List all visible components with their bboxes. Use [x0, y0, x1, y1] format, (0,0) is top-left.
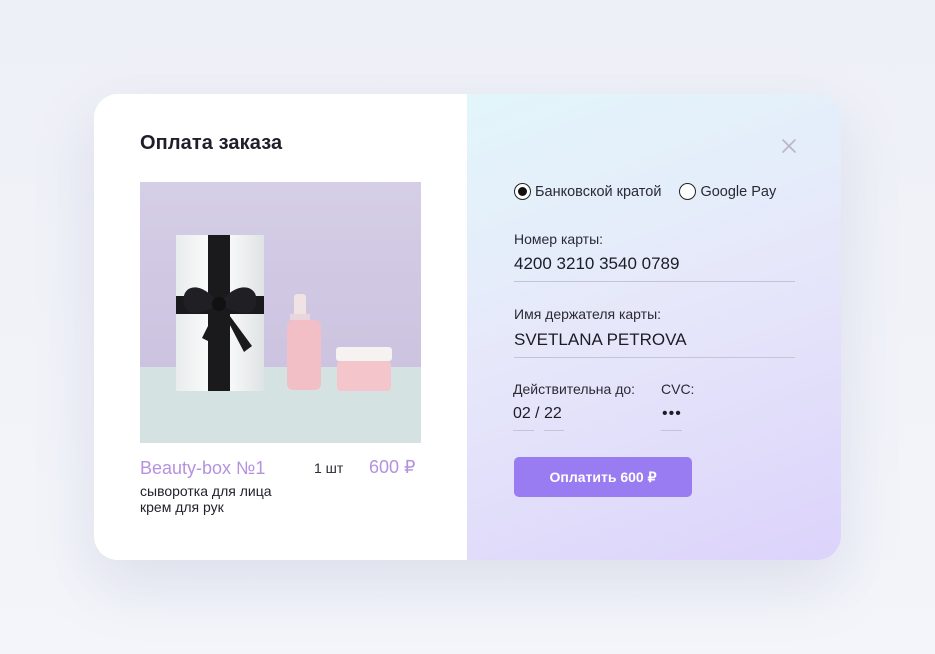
payment-method-group: Банковской кратой Google Pay — [514, 183, 794, 200]
expiry-separator: / — [535, 405, 540, 422]
modal-title: Оплата заказа — [140, 132, 283, 154]
product-contents: сыворотка для лица крем для рук — [140, 483, 272, 515]
payment-form-panel: Банковской кратой Google Pay Номер карты… — [467, 94, 841, 560]
payment-modal: Оплата заказа Beauty-box №1 1 шт 600 ₽ с… — [94, 94, 841, 560]
close-icon — [782, 139, 796, 153]
radio-label: Google Pay — [700, 183, 777, 200]
cardholder-input[interactable] — [514, 330, 795, 358]
expiry-label: Действительна до: — [513, 381, 636, 397]
order-summary-panel: Оплата заказа Beauty-box №1 1 шт 600 ₽ с… — [94, 94, 467, 560]
radio-checked-icon — [514, 183, 531, 200]
product-name: Beauty-box №1 — [140, 458, 266, 478]
cvc-underline — [661, 430, 682, 431]
product-price: 600 ₽ — [369, 457, 416, 477]
close-button[interactable] — [781, 138, 797, 154]
product-quantity: 1 шт — [314, 460, 344, 476]
pay-button[interactable]: Оплатить 600 ₽ — [514, 457, 692, 497]
radio-bank-card[interactable]: Банковской кратой — [514, 183, 661, 200]
expiry-month-input[interactable]: 02 — [513, 405, 531, 423]
radio-unchecked-icon — [679, 183, 697, 200]
card-number-label: Номер карты: — [514, 231, 604, 247]
radio-label: Банковской кратой — [535, 183, 662, 200]
expiry-year-input[interactable]: 22 — [544, 405, 562, 423]
expiry-month-underline — [513, 430, 534, 431]
cardholder-label: Имя держателя карты: — [514, 306, 662, 322]
product-item: сыворотка для лица — [140, 483, 272, 499]
card-number-input[interactable] — [514, 254, 795, 282]
product-image — [140, 182, 421, 443]
cvc-input[interactable]: ••• — [662, 405, 682, 423]
product-item: крем для рук — [140, 499, 224, 515]
cvc-label: CVC: — [661, 381, 695, 397]
radio-google-pay[interactable]: Google Pay — [679, 183, 776, 200]
expiry-year-underline — [544, 430, 564, 431]
